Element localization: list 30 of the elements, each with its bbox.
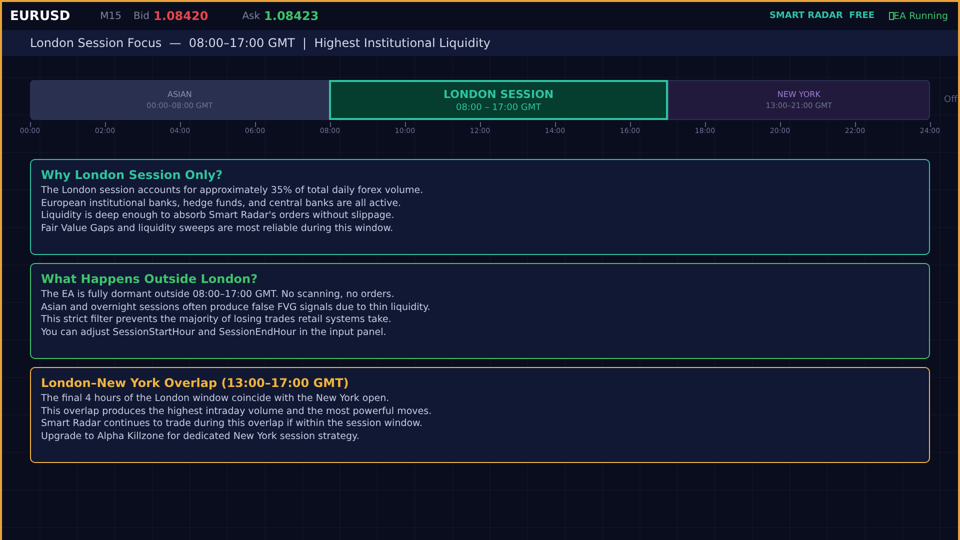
card-text: The London session accounts for approximately 35% of total daily forex volume.: [41, 185, 424, 198]
card-text: Fair Value Gaps and liquidity sweeps are most reliable during this window.: [41, 222, 394, 235]
card-title: What Happens Outside London?: [41, 272, 259, 286]
timeframe-label: M15: [100, 10, 122, 22]
bid-label: Bid: [134, 10, 150, 22]
session-hours: 08:00 – 17:00 GMT: [456, 102, 542, 112]
card-title: London–New York Overlap (13:00–17:00 GMT): [41, 376, 350, 390]
session-subheader: London Session Focus — 08:00–17:00 GMT | Highest Institutional Liquidity: [2, 30, 958, 56]
card-text: You can adjust SessionStartHour and SessionEndHour in the input panel.: [41, 326, 388, 339]
card-title: Why London Session Only?: [41, 168, 224, 182]
card-text: Smart Radar continues to trade during this overlap if within the session window.: [41, 418, 424, 430]
ask-price: 1.08423: [264, 9, 319, 23]
session-name: ASIAN: [167, 90, 192, 99]
card-text: The final 4 hours of the London window coincide with the New York open.: [41, 393, 390, 406]
card-text: Liquidity is deep enough to absorb Smart Radar's orders without slippage.: [41, 210, 396, 222]
card-text: Asian and overnight sessions often produce false FVG signals due to thin liquidity.: [41, 302, 432, 314]
session-name: NEW YORK: [777, 90, 820, 99]
symbol-label: EURUSD: [10, 8, 70, 24]
card-text: Upgrade to Alpha Killzone for dedicated New York session strategy.: [41, 430, 360, 443]
session-name: LONDON SESSION: [444, 88, 554, 100]
brand-label: SMART RADAR FREE: [769, 11, 875, 21]
ask-label: Ask: [242, 10, 260, 22]
status-label: EA Running: [894, 10, 948, 22]
card-text: The EA is fully dormant outside 08:00–17:00 GMT. No scanning, no orders.: [41, 289, 396, 302]
off-label: Off: [944, 95, 958, 105]
status-icon: [888, 12, 894, 20]
card-text: This strict filter prevents the majority of losing trades retail systems take.: [41, 314, 392, 326]
bid-price: 1.08420: [154, 9, 208, 23]
card-text: This overlap produces the highest intraday volume and the most powerful moves.: [41, 406, 433, 418]
card-text: European institutional banks, hedge funds, and central banks are all active.: [41, 198, 402, 210]
